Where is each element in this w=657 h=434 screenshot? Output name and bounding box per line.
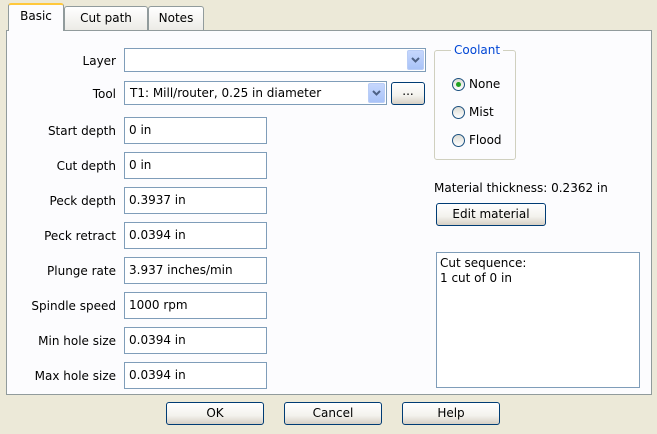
layer-label: Layer <box>82 54 116 68</box>
peck-depth-label: Peck depth <box>49 194 116 208</box>
min-hole-size-input[interactable]: 0.0394 in <box>124 327 267 354</box>
cut-sequence-title: Cut sequence: <box>440 256 527 270</box>
ok-button[interactable]: OK <box>166 402 264 425</box>
cut-depth-label: Cut depth <box>56 159 116 173</box>
peck-depth-input[interactable]: 0.3937 in <box>124 187 267 214</box>
cancel-button[interactable]: Cancel <box>284 402 382 425</box>
max-hole-size-input[interactable]: 0.0394 in <box>124 362 267 389</box>
cut-sequence-box: Cut sequence: 1 cut of 0 in <box>436 252 640 388</box>
tab-notes[interactable]: Notes <box>148 6 204 30</box>
plunge-rate-input[interactable]: 3.937 inches/min <box>124 257 267 284</box>
coolant-none-radio[interactable] <box>452 78 465 91</box>
start-depth-input[interactable]: 0 in <box>124 117 267 144</box>
start-depth-label: Start depth <box>47 124 116 138</box>
material-thickness-text: Material thickness: 0.2362 in <box>434 181 608 195</box>
tool-browse-button[interactable]: ... <box>391 82 425 105</box>
cut-sequence-detail: 1 cut of 0 in <box>440 271 512 285</box>
coolant-group: Coolant None Mist Flood <box>434 42 516 160</box>
coolant-title: Coolant <box>451 42 504 58</box>
tool-select[interactable]: T1: Mill/router, 0.25 in diameter <box>124 81 387 105</box>
spindle-speed-label: Spindle speed <box>31 299 116 313</box>
peck-retract-label: Peck retract <box>44 229 116 243</box>
coolant-mist-label[interactable]: Mist <box>469 104 494 120</box>
coolant-flood-radio[interactable] <box>452 134 465 147</box>
layer-select[interactable] <box>124 48 426 72</box>
tool-label: Tool <box>92 87 116 101</box>
coolant-mist-radio[interactable] <box>452 106 465 119</box>
spindle-speed-input[interactable]: 1000 rpm <box>124 292 267 319</box>
edit-material-button[interactable]: Edit material <box>436 203 546 226</box>
tool-value: T1: Mill/router, 0.25 in diameter <box>130 86 322 100</box>
plunge-rate-label: Plunge rate <box>47 264 116 278</box>
tab-cut-path[interactable]: Cut path <box>64 6 148 30</box>
coolant-flood-label[interactable]: Flood <box>469 132 502 148</box>
tab-basic[interactable]: Basic <box>8 3 64 31</box>
peck-retract-input[interactable]: 0.0394 in <box>124 222 267 249</box>
drill-dialog: Basic Cut path Notes Layer Tool T1: Mill… <box>0 0 657 434</box>
max-hole-size-label: Max hole size <box>34 369 116 383</box>
help-button[interactable]: Help <box>402 402 500 425</box>
chevron-down-icon[interactable] <box>368 83 385 103</box>
min-hole-size-label: Min hole size <box>38 334 116 348</box>
coolant-none-label[interactable]: None <box>469 76 500 92</box>
cut-depth-input[interactable]: 0 in <box>124 152 267 179</box>
chevron-down-icon[interactable] <box>407 50 424 70</box>
